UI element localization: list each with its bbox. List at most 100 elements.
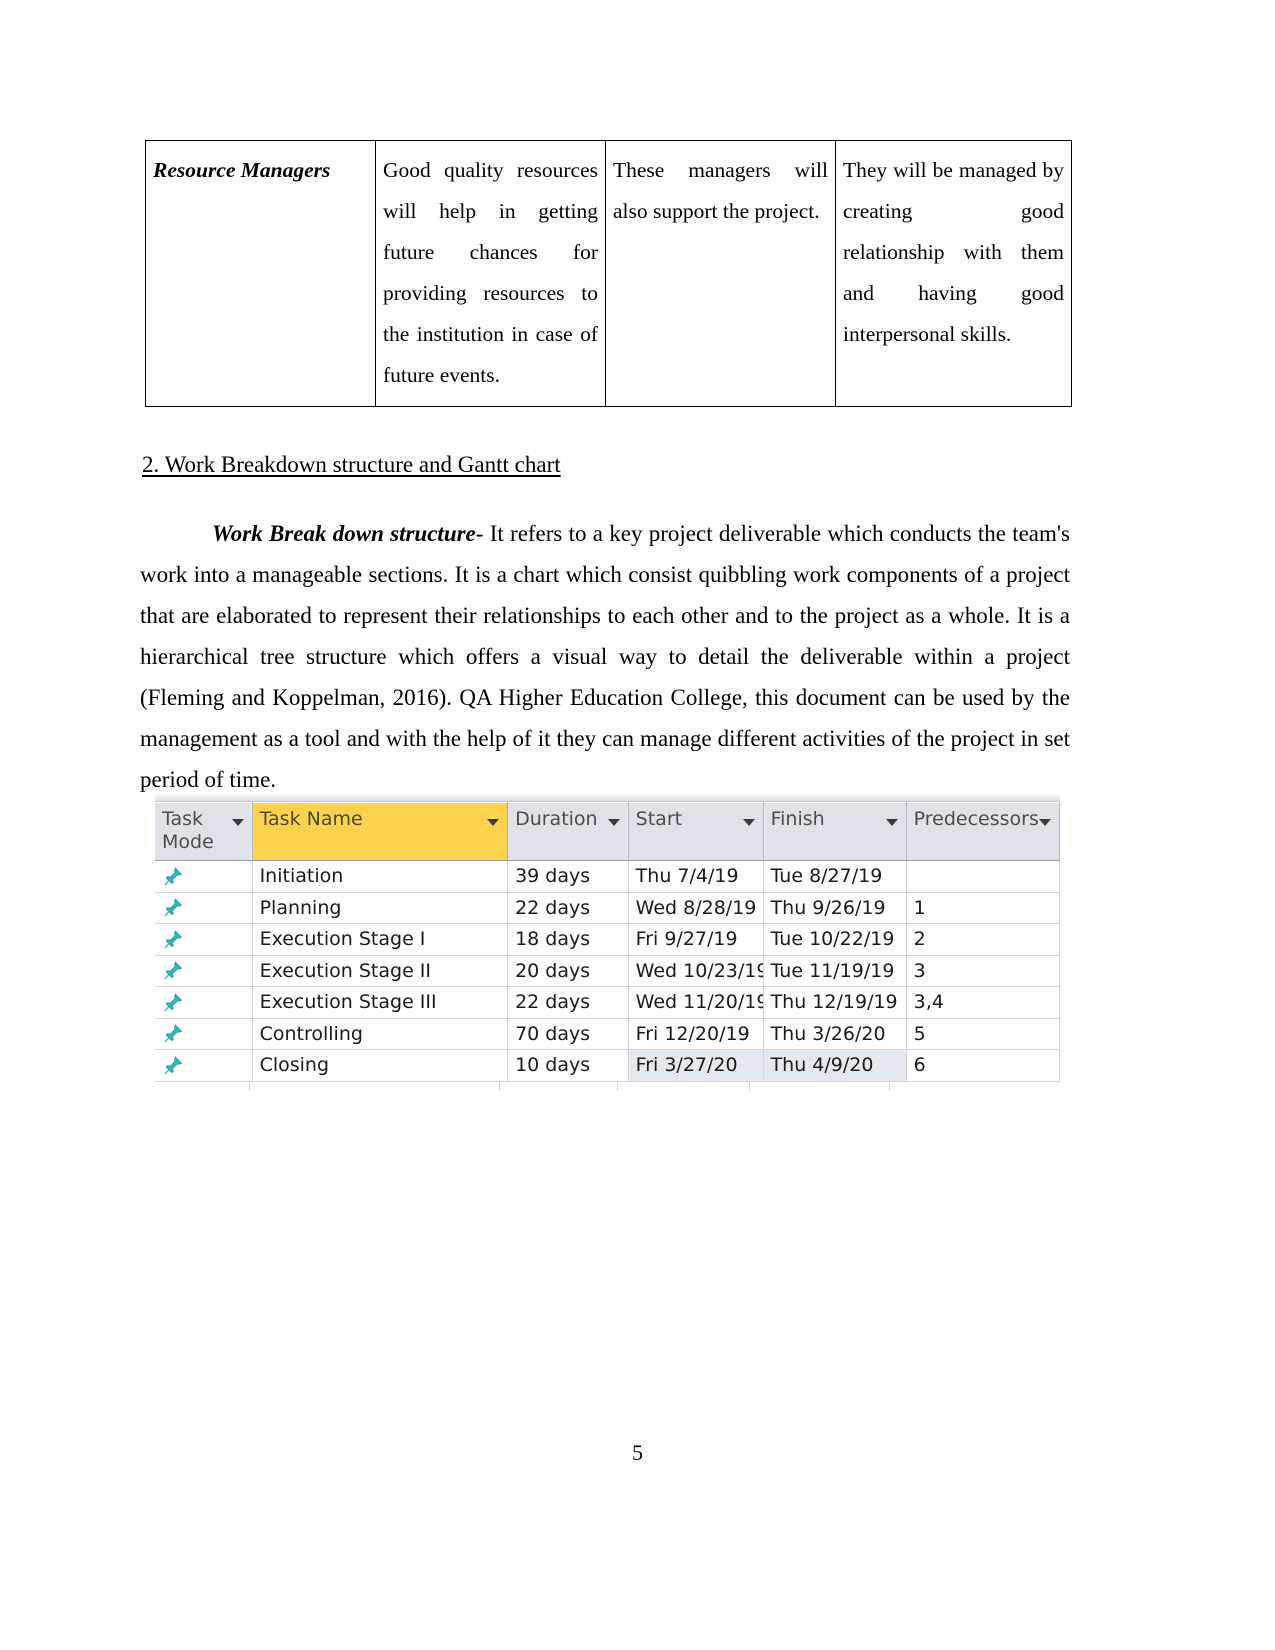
chevron-down-icon[interactable] bbox=[1039, 819, 1051, 826]
cell-predecessors[interactable]: 3,4 bbox=[906, 986, 1061, 1019]
pushpin-icon bbox=[162, 928, 184, 950]
rail-segment bbox=[618, 1081, 750, 1091]
paragraph-lead-term: Work Break down structure bbox=[212, 521, 476, 546]
predecessors-header-label: Predecessors bbox=[913, 808, 1039, 830]
start-header-label: Start bbox=[635, 808, 683, 830]
chevron-down-icon[interactable] bbox=[742, 819, 755, 826]
paragraph-body-text: - It refers to a key project deliverable… bbox=[140, 521, 1070, 792]
cell-duration[interactable]: 10 days bbox=[507, 1049, 629, 1082]
cell-start-date[interactable]: Fri 9/27/19 bbox=[628, 923, 764, 956]
cell-task-mode[interactable] bbox=[155, 955, 253, 987]
table-row[interactable]: Initiation 39 days Thu 7/4/19 Tue 8/27/19 bbox=[155, 860, 1061, 893]
grid-bottom-rail bbox=[155, 1081, 1060, 1091]
cell-finish-date[interactable]: Tue 10/22/19 bbox=[763, 923, 907, 956]
cell-task-mode[interactable] bbox=[155, 923, 253, 956]
cell-predecessors[interactable]: 6 bbox=[906, 1049, 1061, 1082]
pushpin-icon bbox=[162, 991, 184, 1013]
cell-task-name[interactable]: Planning bbox=[252, 892, 509, 924]
finish-header-label: Finish bbox=[770, 808, 825, 830]
pushpin-icon bbox=[162, 865, 184, 887]
cell-start-date[interactable]: Wed 8/28/19 bbox=[628, 892, 764, 924]
cell-benefit: Good quality resources will help in gett… bbox=[375, 140, 606, 407]
cell-task-name[interactable]: Execution Stage I bbox=[252, 923, 509, 956]
cell-start-date[interactable]: Fri 12/20/19 bbox=[628, 1018, 764, 1050]
cell-support: These managers will also support the pro… bbox=[605, 140, 836, 407]
cell-predecessors[interactable]: 2 bbox=[906, 923, 1061, 956]
grid-top-rail bbox=[155, 792, 1060, 802]
cell-task-mode[interactable] bbox=[155, 1018, 253, 1050]
cell-start-date[interactable]: Wed 10/23/19 bbox=[628, 955, 764, 987]
cell-role: Resource Managers bbox=[145, 140, 376, 407]
cell-predecessors[interactable] bbox=[906, 860, 1061, 893]
grid-header-row: Task Mode Task Name Duration Start Finis… bbox=[155, 802, 1061, 861]
cell-start-date[interactable]: Thu 7/4/19 bbox=[628, 860, 764, 893]
task-name-header-label: Task Name bbox=[259, 808, 363, 830]
pushpin-icon bbox=[162, 960, 184, 982]
project-schedule-grid: Task Mode Task Name Duration Start Finis… bbox=[155, 792, 1061, 1091]
column-header-duration[interactable]: Duration bbox=[507, 802, 629, 861]
support-text: These managers will also support the pro… bbox=[613, 158, 828, 223]
duration-header-label: Duration bbox=[515, 808, 598, 830]
chevron-down-icon[interactable] bbox=[487, 819, 500, 826]
table-row[interactable]: Execution Stage II 20 days Wed 10/23/19 Tue… bbox=[155, 955, 1061, 987]
chevron-down-icon[interactable] bbox=[607, 819, 620, 826]
cell-task-mode[interactable] bbox=[155, 860, 253, 893]
table-row[interactable]: Closing 10 days Fri 3/27/20 Thu 4/9/20 6 bbox=[155, 1049, 1061, 1082]
pushpin-icon bbox=[162, 1023, 184, 1045]
section-heading: 2. Work Breakdown structure and Gantt ch… bbox=[142, 452, 561, 477]
role-label: Resource Managers bbox=[153, 158, 331, 182]
cell-predecessors[interactable]: 1 bbox=[906, 892, 1061, 924]
cell-finish-date[interactable]: Thu 3/26/20 bbox=[763, 1018, 907, 1050]
body-paragraph: Work Break down structure- It refers to … bbox=[140, 513, 1070, 800]
table-row[interactable]: Execution Stage I 18 days Fri 9/27/19 Tue 1… bbox=[155, 923, 1061, 956]
rail-segment bbox=[500, 1081, 618, 1091]
cell-task-mode[interactable] bbox=[155, 986, 253, 1019]
column-header-task-name[interactable]: Task Name bbox=[252, 802, 509, 861]
cell-task-name[interactable]: Initiation bbox=[252, 860, 509, 893]
pushpin-icon bbox=[162, 897, 184, 919]
cell-task-name[interactable]: Execution Stage II bbox=[252, 955, 509, 987]
column-header-task-mode[interactable]: Task Mode bbox=[155, 802, 253, 861]
document-page: Resource Managers Good quality resources… bbox=[0, 0, 1275, 1650]
cell-task-mode[interactable] bbox=[155, 1049, 253, 1082]
table-row[interactable]: Controlling 70 days Fri 12/20/19 Thu 3/26/2… bbox=[155, 1018, 1061, 1050]
chevron-down-icon[interactable] bbox=[885, 819, 898, 826]
cell-predecessors[interactable]: 5 bbox=[906, 1018, 1061, 1050]
stakeholder-matrix-table: Resource Managers Good quality resources… bbox=[145, 140, 1072, 407]
rail-segment bbox=[750, 1081, 890, 1091]
cell-start-date[interactable]: Fri 3/27/20 bbox=[628, 1049, 764, 1082]
column-header-finish[interactable]: Finish bbox=[763, 802, 907, 861]
table-row[interactable]: Execution Stage III 22 days Wed 11/20/19 Th… bbox=[155, 986, 1061, 1019]
table-row[interactable]: Planning 22 days Wed 8/28/19 Thu 9/26/19 1 bbox=[155, 892, 1061, 924]
cell-predecessors[interactable]: 3 bbox=[906, 955, 1061, 987]
rail-segment bbox=[250, 1081, 500, 1091]
cell-duration[interactable]: 18 days bbox=[507, 923, 629, 956]
cell-management: They will be managed by creating good re… bbox=[835, 140, 1072, 407]
cell-finish-date[interactable]: Thu 4/9/20 bbox=[763, 1049, 907, 1082]
cell-duration[interactable]: 22 days bbox=[507, 892, 629, 924]
rail-segment bbox=[155, 1081, 250, 1091]
cell-duration[interactable]: 70 days bbox=[507, 1018, 629, 1050]
cell-task-mode[interactable] bbox=[155, 892, 253, 924]
benefit-text: Good quality resources will help in gett… bbox=[383, 158, 598, 387]
cell-duration[interactable]: 20 days bbox=[507, 955, 629, 987]
management-text: They will be managed by creating good re… bbox=[843, 158, 1064, 346]
chevron-down-icon[interactable] bbox=[231, 819, 244, 826]
cell-start-date[interactable]: Wed 11/20/19 bbox=[628, 986, 764, 1019]
column-header-start[interactable]: Start bbox=[628, 802, 764, 861]
task-mode-header-label: Task Mode bbox=[162, 808, 214, 853]
page-number: 5 bbox=[632, 1440, 643, 1465]
pushpin-icon bbox=[162, 1054, 184, 1076]
cell-duration[interactable]: 22 days bbox=[507, 986, 629, 1019]
table-row: Resource Managers Good quality resources… bbox=[145, 140, 1072, 407]
cell-finish-date[interactable]: Thu 12/19/19 bbox=[763, 986, 907, 1019]
rail-segment bbox=[890, 1082, 1040, 1091]
cell-task-name[interactable]: Execution Stage III bbox=[252, 986, 509, 1019]
cell-duration[interactable]: 39 days bbox=[507, 860, 629, 893]
cell-task-name[interactable]: Closing bbox=[252, 1049, 509, 1082]
cell-finish-date[interactable]: Thu 9/26/19 bbox=[763, 892, 907, 924]
column-header-predecessors[interactable]: Predecessors bbox=[906, 802, 1061, 861]
cell-finish-date[interactable]: Tue 11/19/19 bbox=[763, 955, 907, 987]
cell-task-name[interactable]: Controlling bbox=[252, 1018, 509, 1050]
cell-finish-date[interactable]: Tue 8/27/19 bbox=[763, 860, 907, 893]
